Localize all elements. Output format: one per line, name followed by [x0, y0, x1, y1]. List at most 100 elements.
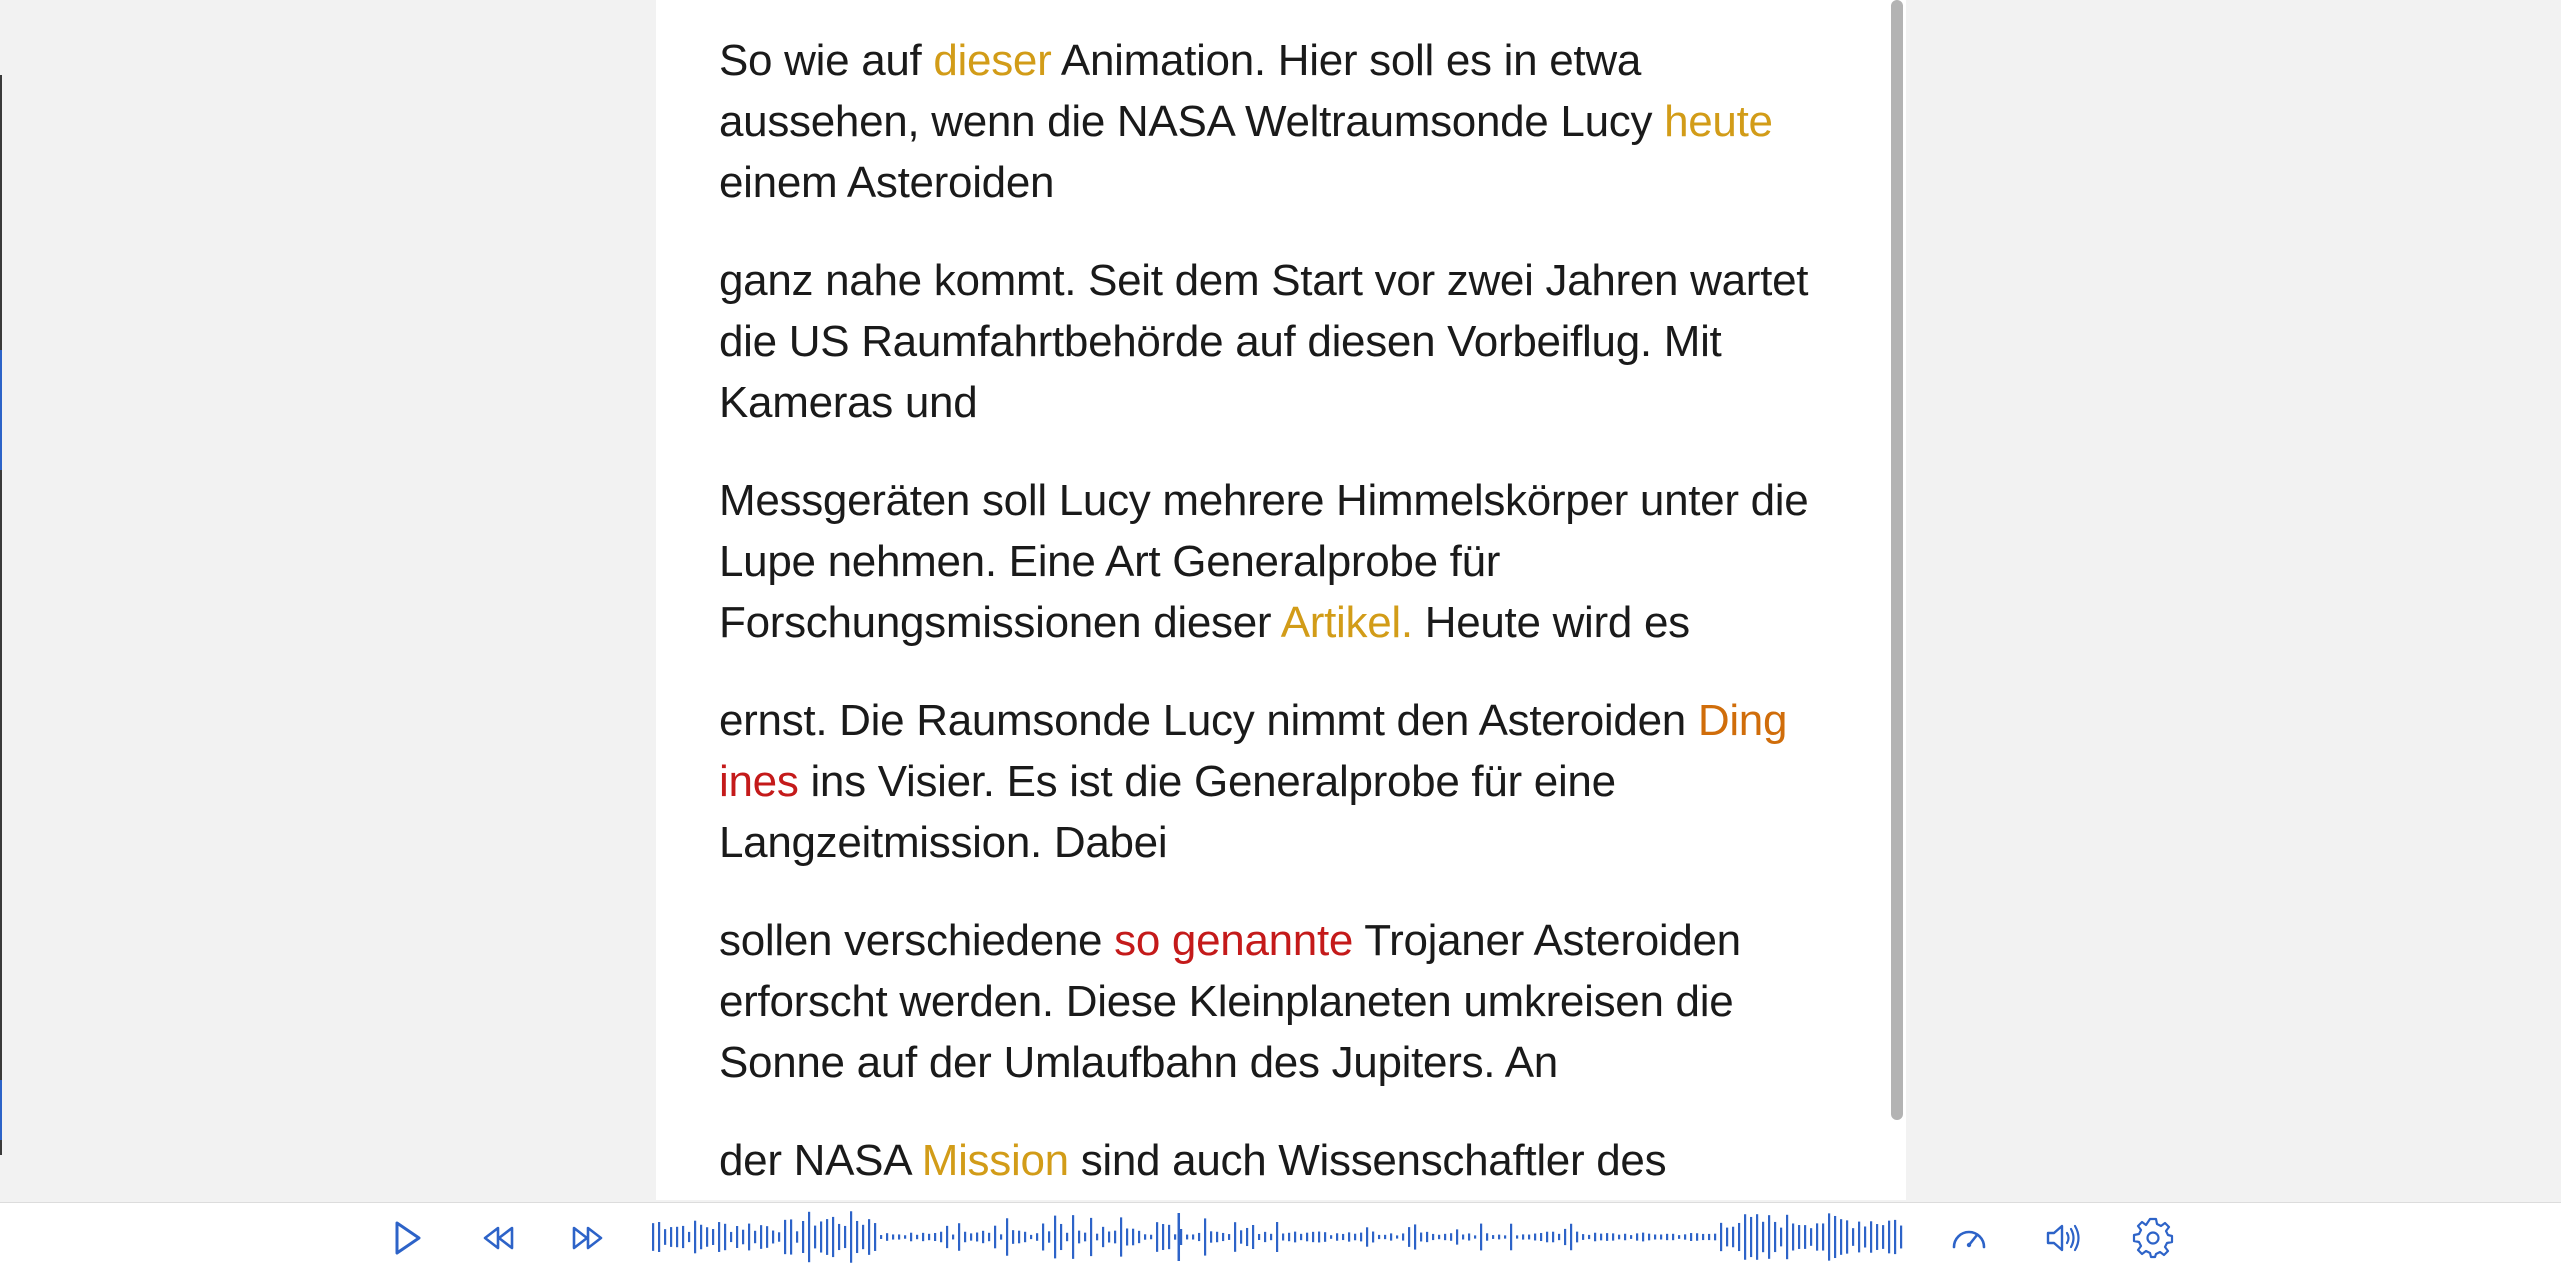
waveform-bar	[1276, 1222, 1279, 1252]
waveform-bar	[1750, 1216, 1753, 1258]
highlighted-word[interactable]: dieser	[933, 36, 1051, 85]
window-left-edge-accent	[0, 1080, 2, 1140]
waveform-bar	[652, 1223, 655, 1251]
waveform-bar	[772, 1230, 775, 1244]
waveform-bar	[1168, 1224, 1171, 1250]
waveform-bar	[1486, 1233, 1489, 1241]
waveform-bar	[778, 1232, 781, 1242]
waveform-bar	[1522, 1234, 1525, 1240]
waveform-bar	[880, 1235, 883, 1239]
waveform-bar	[1546, 1231, 1549, 1243]
waveform-bar	[1876, 1224, 1879, 1250]
waveform-bar	[1150, 1234, 1153, 1240]
transcript-panel[interactable]: So wie auf dieser Animation. Hier soll e…	[656, 0, 1891, 1200]
waveform-bar	[1186, 1234, 1189, 1240]
waveform-bar	[1390, 1233, 1393, 1241]
highlighted-word[interactable]: Artikel.	[1281, 598, 1413, 647]
waveform-bar	[1462, 1234, 1465, 1240]
waveform-bar	[1858, 1221, 1861, 1253]
play-button[interactable]	[384, 1215, 430, 1261]
window-left-edge	[0, 75, 2, 1155]
waveform-bar	[940, 1231, 943, 1243]
waveform-bar	[1036, 1233, 1039, 1241]
highlighted-word[interactable]: heute	[1664, 97, 1773, 146]
transcript-text: sollen verschiedene	[719, 916, 1115, 965]
waveform-bar	[862, 1224, 865, 1250]
waveform-bar	[1846, 1220, 1849, 1254]
highlighted-word[interactable]: Ding	[1698, 696, 1788, 745]
waveform-bar	[928, 1233, 931, 1241]
fast-forward-button[interactable]	[564, 1215, 610, 1261]
waveform-bar	[742, 1229, 745, 1245]
waveform-bar	[1852, 1228, 1855, 1246]
waveform-bar	[682, 1225, 685, 1249]
transcript-text: Heute wird es	[1412, 598, 1690, 647]
waveform-bar	[1786, 1214, 1789, 1260]
settings-button[interactable]	[2130, 1215, 2176, 1261]
waveform-bar	[1756, 1214, 1759, 1260]
waveform-bar	[1024, 1231, 1027, 1243]
waveform-bar	[1180, 1228, 1183, 1246]
waveform-bar	[1510, 1223, 1513, 1251]
waveform-bar	[1810, 1228, 1813, 1246]
highlighted-word[interactable]: so genannte	[1114, 916, 1353, 965]
waveform-bar	[1660, 1234, 1663, 1240]
waveform-bar	[1312, 1231, 1315, 1243]
waveform-bar	[1102, 1226, 1105, 1248]
waveform-bar	[1834, 1215, 1837, 1259]
waveform-bar	[664, 1229, 667, 1245]
waveform-bar	[916, 1234, 919, 1240]
waveform-bar	[1768, 1215, 1771, 1259]
waveform-bar	[1690, 1233, 1693, 1241]
waveform-bar	[1774, 1221, 1777, 1253]
waveform-bar	[946, 1225, 949, 1249]
waveform-bar	[844, 1225, 847, 1249]
waveform-bar	[1582, 1234, 1585, 1240]
waveform-bar	[952, 1234, 955, 1240]
playback-speed-button[interactable]	[1946, 1215, 1992, 1261]
scrollbar-thumb[interactable]	[1891, 0, 1903, 1120]
waveform-bar	[838, 1223, 841, 1251]
waveform-bar	[1354, 1233, 1357, 1241]
waveform-bar	[1258, 1233, 1261, 1241]
rewind-button[interactable]	[476, 1215, 522, 1261]
waveform-bar	[1078, 1230, 1081, 1244]
waveform-bar	[1216, 1231, 1219, 1243]
waveform-bar	[1360, 1232, 1363, 1242]
volume-button[interactable]	[2040, 1215, 2086, 1261]
highlighted-word[interactable]: ines	[719, 757, 799, 806]
waveform-bar	[1324, 1232, 1327, 1242]
waveform-bar	[1252, 1224, 1255, 1250]
waveform-bar	[1108, 1231, 1111, 1243]
waveform-bar	[718, 1222, 721, 1252]
waveform-bar	[1006, 1218, 1009, 1256]
waveform-bar	[802, 1221, 805, 1253]
waveform-bar	[1882, 1225, 1885, 1249]
waveform-bar	[688, 1231, 691, 1243]
waveform-bar	[676, 1226, 679, 1248]
waveform-bar	[1000, 1234, 1003, 1240]
waveform-bar	[1498, 1234, 1501, 1240]
waveform-bar	[1654, 1234, 1657, 1240]
waveform-bar	[910, 1232, 913, 1242]
waveform-bar	[994, 1225, 997, 1249]
waveform-bar	[1678, 1235, 1681, 1239]
highlighted-word[interactable]: Mission	[922, 1136, 1069, 1185]
waveform-bar	[1054, 1215, 1057, 1259]
waveform-bar	[1264, 1231, 1267, 1243]
settings-gear-icon	[2132, 1217, 2174, 1259]
waveform-bar	[1534, 1233, 1537, 1241]
waveform-bar	[1300, 1233, 1303, 1241]
waveform-bar	[898, 1234, 901, 1240]
waveform-bar	[1606, 1233, 1609, 1241]
waveform-bar	[856, 1220, 859, 1254]
waveform-bar	[1246, 1227, 1249, 1247]
waveform-bar	[1732, 1226, 1735, 1248]
audio-waveform-scrubber[interactable]	[650, 1211, 1906, 1263]
waveform-bar	[1618, 1234, 1621, 1240]
waveform-bar	[1600, 1233, 1603, 1241]
waveform-bar	[1318, 1231, 1321, 1243]
waveform-bar	[1894, 1219, 1897, 1255]
waveform-bar	[1612, 1233, 1615, 1241]
waveform-bar	[784, 1219, 787, 1255]
